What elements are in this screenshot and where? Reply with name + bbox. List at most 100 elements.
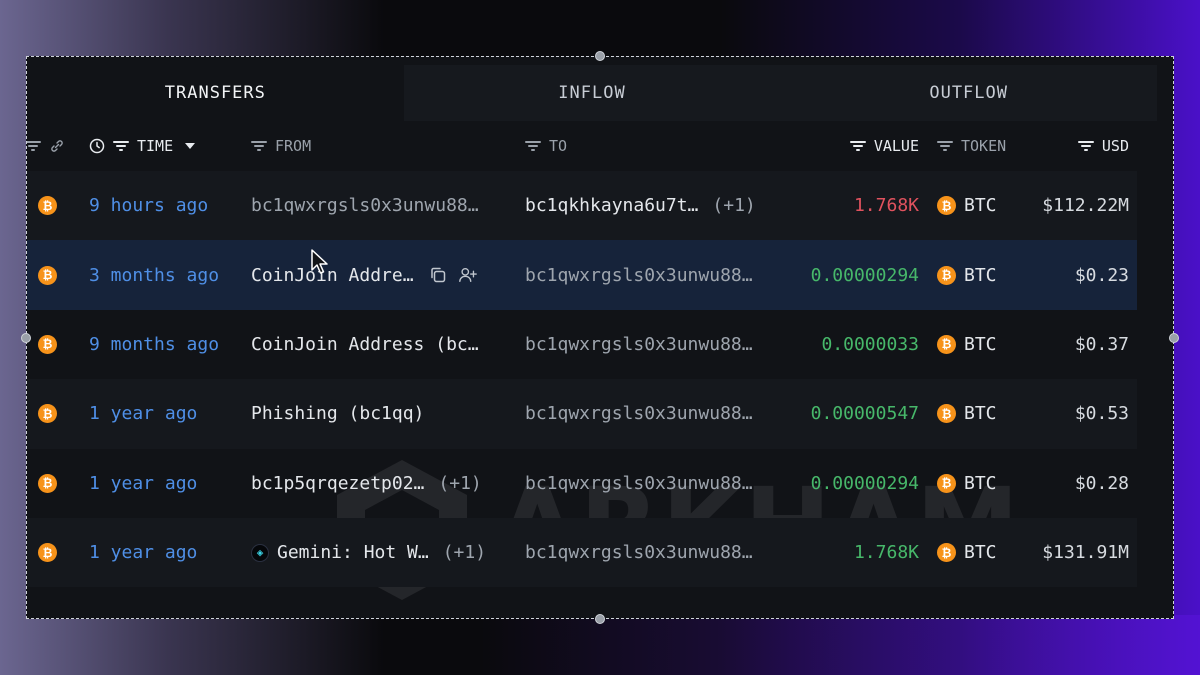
row-token[interactable]: ₿ BTC [937,379,997,448]
row-value: 0.00000547 [810,403,919,425]
header-to[interactable]: TO [525,121,567,171]
clock-icon [89,138,105,154]
bitcoin-icon: ₿ [937,265,956,285]
add-user-icon[interactable] [458,265,478,285]
row-from[interactable]: bc1p5qrqezetp02… (+1) [251,449,482,518]
row-usd: $0.23 [1074,264,1129,286]
filter-icon[interactable] [27,140,41,152]
bitcoin-icon: ₿ [937,404,956,424]
row-from[interactable]: CoinJoin Address (bc… [251,310,479,379]
resize-handle-left[interactable] [21,333,31,343]
header-token-label: TOKEN [961,137,1007,155]
row-from-extra[interactable]: (+1) [443,542,486,563]
row-time[interactable]: 1 year ago [89,518,197,587]
row-value: 0.00000294 [810,264,919,286]
transfers-table: ₿ 9 hours ago bc1qwxrgsls0x3unwu88… bc1q… [27,171,1137,588]
bitcoin-icon: ₿ [38,543,57,563]
resize-handle-bottom[interactable] [595,614,605,624]
bitcoin-icon: ₿ [38,334,57,354]
header-time[interactable]: TIME [89,121,196,171]
row-token-label: BTC [964,195,997,217]
row-from-extra[interactable]: (+1) [438,473,481,494]
background-glow [0,615,1200,675]
row-to[interactable]: bc1qkhkayna6u7t… (+1) [525,171,756,240]
header-to-label: TO [549,137,568,155]
bitcoin-icon: ₿ [937,334,956,354]
filter-icon[interactable] [1077,140,1094,152]
tab-transfers[interactable]: TRANSFERS [27,65,404,121]
table-row[interactable]: ₿ 3 months ago CoinJoin Addre… bc1qwxrgs… [27,240,1137,310]
tab-outflow[interactable]: OUTFLOW [780,65,1158,121]
resize-handle-right[interactable] [1169,333,1179,343]
row-value: 0.00000294 [810,472,919,494]
row-token-label: BTC [964,403,997,425]
row-to-address[interactable]: bc1qkhkayna6u7t… [525,195,698,216]
bitcoin-icon: ₿ [38,473,57,493]
row-to[interactable]: bc1qwxrgsls0x3unwu88… [525,240,753,309]
row-time[interactable]: 3 months ago [89,240,219,309]
filter-icon[interactable] [525,140,541,152]
chevron-down-icon[interactable] [185,143,196,149]
row-to[interactable]: bc1qwxrgsls0x3unwu88… [525,379,753,448]
tab-inflow[interactable]: INFLOW [403,65,781,121]
row-from-label[interactable]: CoinJoin Addre… [251,265,414,286]
header-from-label: FROM [275,137,312,155]
row-token[interactable]: ₿ BTC [937,310,997,379]
table-row[interactable]: ₿ 9 months ago CoinJoin Address (bc… bc1… [27,310,1137,379]
row-from-address[interactable]: bc1p5qrqezetp02… [251,473,424,494]
row-token-label: BTC [964,333,997,355]
table-row[interactable]: ₿ 1 year ago Phishing (bc1qq) bc1qwxrgsl… [27,379,1137,449]
row-usd: $0.28 [1074,472,1129,494]
row-from[interactable]: Phishing (bc1qq) [251,379,424,448]
row-time[interactable]: 9 months ago [89,310,219,379]
bitcoin-icon: ₿ [38,196,57,216]
header-usd[interactable]: USD [1027,121,1129,171]
header-token[interactable]: TOKEN [937,121,1006,171]
header-usd-label: USD [1101,137,1129,155]
row-token[interactable]: ₿ BTC [937,449,997,518]
row-token-label: BTC [964,542,997,564]
table-row[interactable]: ₿ 1 year ago ◈ Gemini: Hot W… (+1) bc1qw… [27,517,1137,588]
row-token-label: BTC [964,472,997,494]
row-usd: $0.37 [1074,333,1129,355]
bitcoin-icon: ₿ [937,196,956,216]
row-to[interactable]: bc1qwxrgsls0x3unwu88… [525,449,753,518]
bitcoin-icon: ₿ [38,404,57,424]
row-token-label: BTC [964,264,997,286]
link-icon[interactable] [49,138,65,154]
header-filter-link[interactable] [27,121,69,171]
table-row[interactable]: ₿ 9 hours ago bc1qwxrgsls0x3unwu88… bc1q… [27,171,1137,241]
copy-icon[interactable] [428,265,448,285]
resize-handle-top[interactable] [595,51,605,61]
row-to-extra[interactable]: (+1) [712,195,755,216]
filter-icon[interactable] [937,140,953,152]
row-from[interactable]: CoinJoin Addre… [251,240,478,309]
row-from[interactable]: bc1qwxrgsls0x3unwu88… [251,171,479,240]
filter-icon[interactable] [113,140,129,152]
bitcoin-icon: ₿ [937,473,956,493]
header-value[interactable]: VALUE [807,121,919,171]
bitcoin-icon: ₿ [38,265,57,285]
row-from[interactable]: ◈ Gemini: Hot W… (+1) [251,518,486,587]
row-from-address[interactable]: Gemini: Hot W… [277,542,429,563]
row-to[interactable]: bc1qwxrgsls0x3unwu88… [525,310,753,379]
header-from[interactable]: FROM [251,121,311,171]
header-time-label: TIME [137,137,174,155]
row-to[interactable]: bc1qwxrgsls0x3unwu88… [525,518,753,587]
table-row[interactable]: ₿ 1 year ago bc1p5qrqezetp02… (+1) bc1qw… [27,449,1137,518]
row-token[interactable]: ₿ BTC [937,240,997,309]
row-time[interactable]: 9 hours ago [89,171,208,240]
gemini-icon: ◈ [251,543,269,562]
transfers-panel: TRANSFERS INFLOW OUTFLOW TIME FROM TO VA… [26,56,1174,619]
row-time[interactable]: 1 year ago [89,449,197,518]
row-usd: $0.53 [1074,403,1129,425]
row-value: 0.0000033 [821,333,919,355]
filter-icon[interactable] [251,140,267,152]
mouse-cursor-icon [311,249,328,274]
row-token[interactable]: ₿ BTC [937,518,997,587]
row-time[interactable]: 1 year ago [89,379,197,448]
filter-icon[interactable] [849,140,866,152]
row-value: 1.768K [853,542,919,564]
table-header: TIME FROM TO VALUE TOKEN USD [27,121,1157,171]
row-token[interactable]: ₿ BTC [937,171,997,240]
